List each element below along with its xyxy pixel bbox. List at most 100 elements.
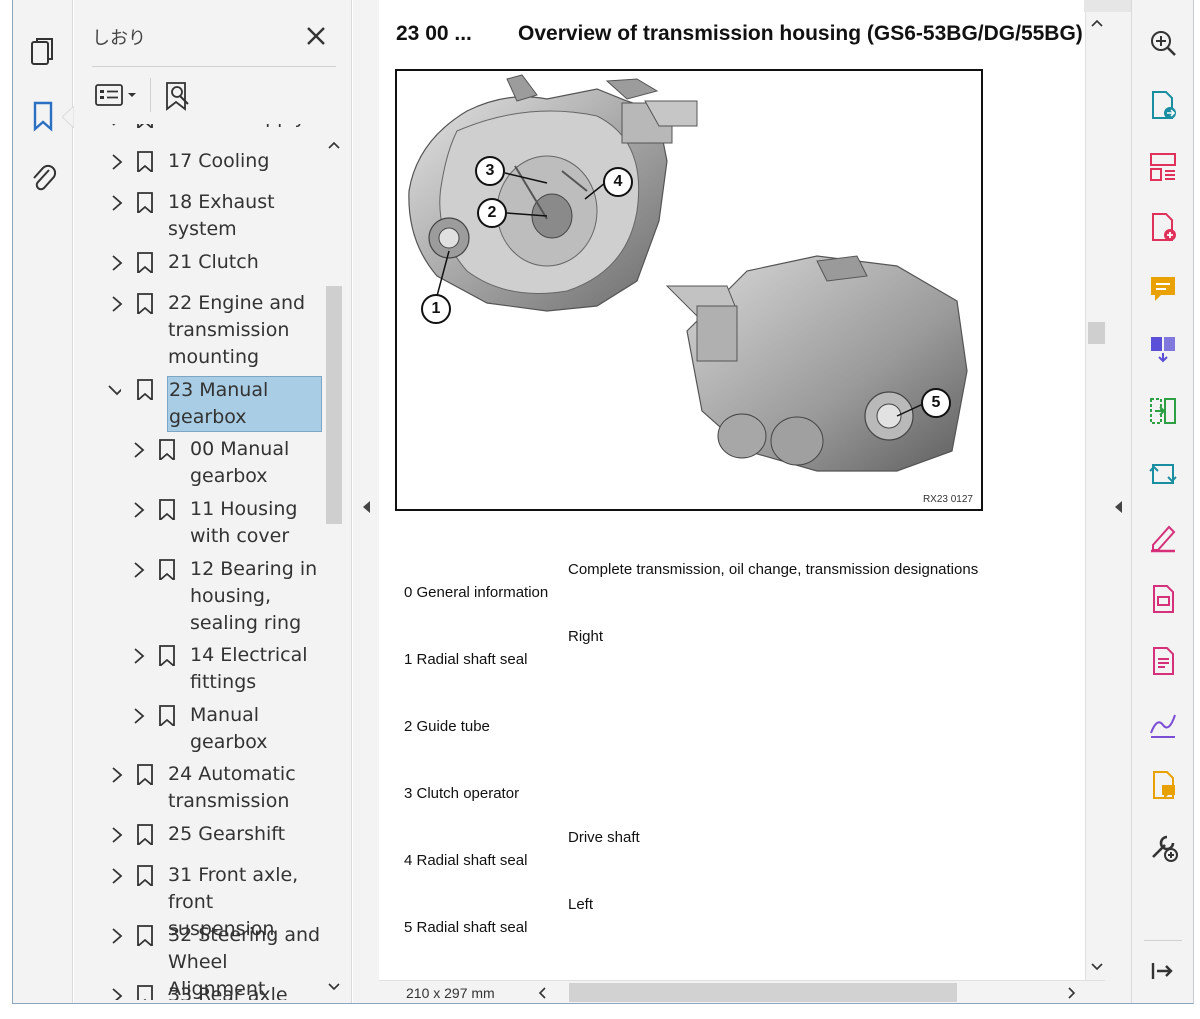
bookmark-label: 33 Rear axle <box>168 984 288 1000</box>
scroll-left-icon[interactable] <box>537 987 547 999</box>
chevron-right-icon[interactable] <box>132 500 146 520</box>
chevron-right-icon[interactable] <box>110 986 124 1000</box>
request-signature-icon[interactable] <box>1146 706 1180 740</box>
chevron-right-icon[interactable] <box>110 253 124 273</box>
bookmark-label: 24 Automatic transmission <box>168 763 296 812</box>
tool-separator <box>1144 940 1182 941</box>
transmission-figure: 1 2 3 4 5 RX23 0127 <box>395 69 983 511</box>
bookmark-icon <box>137 925 153 946</box>
bookmark-label: 16 Fuel supply <box>168 124 306 131</box>
row-3-label: 3 Clutch operator <box>404 785 520 802</box>
bookmark-icon <box>159 439 175 460</box>
scrollbar-thumb[interactable] <box>1088 322 1106 344</box>
chevron-right-icon[interactable] <box>110 152 124 172</box>
bookmark-label: Manual gearbox <box>190 704 268 753</box>
chevron-right-icon[interactable] <box>132 706 146 726</box>
protect-icon[interactable] <box>1146 644 1180 678</box>
document-scrollbar[interactable] <box>1085 12 1107 980</box>
bookmark-icon <box>137 293 153 314</box>
scan-icon[interactable] <box>1146 582 1180 616</box>
callout-1: 1 <box>421 294 451 324</box>
zoom-icon[interactable] <box>1146 26 1180 60</box>
more-tools-icon[interactable] <box>1146 830 1180 864</box>
page-title: Overview of transmission housing (GS6-53… <box>518 22 1083 45</box>
document-view[interactable]: 23 00 ... Overview of transmission housi… <box>379 0 1105 980</box>
create-pdf-icon[interactable] <box>1146 210 1180 244</box>
attachment-icon[interactable] <box>23 158 63 198</box>
section-number: 23 00 ... <box>396 22 472 45</box>
convert-icon[interactable] <box>1146 456 1180 490</box>
row-0-description: Complete transmission, oil change, trans… <box>568 561 979 578</box>
scroll-up-icon[interactable] <box>1091 18 1103 28</box>
organize-pages-icon[interactable] <box>1146 150 1180 184</box>
scrollbar-thumb[interactable] <box>326 286 342 524</box>
bookmark-label: 11 Housing with cover <box>190 498 298 547</box>
find-current-bookmark-button[interactable] <box>164 80 194 112</box>
row-1-description: Right <box>568 628 604 645</box>
pdf-viewer-window: しおり 16 Fuel supply 17 Cooling 18 Exhaust s… <box>0 0 1200 1019</box>
bookmark-label: 18 Exhaust system <box>168 191 275 240</box>
bookmark-icon <box>137 824 153 845</box>
chevron-down-icon[interactable] <box>107 380 121 400</box>
row-2-label: 2 Guide tube <box>404 718 490 735</box>
bookmark-scrollbar[interactable] <box>324 136 344 1002</box>
comment-icon[interactable] <box>1146 272 1180 306</box>
bookmark-icon <box>159 499 175 520</box>
collapse-panel-handle[interactable] <box>353 0 379 1003</box>
combine-files-icon[interactable] <box>1146 332 1180 366</box>
chevron-right-icon[interactable] <box>132 560 146 580</box>
left-tool-rail <box>13 0 73 1003</box>
chevron-right-icon[interactable] <box>132 440 146 460</box>
bookmark-icon <box>137 124 153 128</box>
bookmark-options-button[interactable] <box>94 80 140 110</box>
horizontal-scrollbar-thumb[interactable] <box>569 983 957 1002</box>
fill-sign-icon[interactable] <box>1146 520 1180 554</box>
panel-title: しおり <box>92 28 146 49</box>
bookmark-icon <box>137 764 153 785</box>
collapse-pane-icon[interactable] <box>1146 954 1180 988</box>
send-comments-icon[interactable] <box>1146 768 1180 802</box>
chevron-right-icon[interactable] <box>110 926 124 946</box>
page-size: 210 x 297 mm <box>406 985 495 1001</box>
bookmark-label: 23 Manual gearbox <box>167 376 322 432</box>
row-1-label: 1 Radial shaft seal <box>404 651 528 668</box>
chevron-right-icon[interactable] <box>110 866 124 886</box>
bookmark-icon[interactable] <box>23 96 63 136</box>
figure-caption: RX23 0127 <box>922 494 973 505</box>
callout-3: 3 <box>475 156 505 186</box>
toolbar-separator <box>150 78 151 112</box>
scroll-down-icon[interactable] <box>1091 962 1103 972</box>
active-tab-notch <box>62 106 74 128</box>
chevron-right-icon[interactable] <box>110 765 124 785</box>
bookmark-icon <box>137 379 153 400</box>
chevron-right-icon[interactable] <box>110 124 124 128</box>
bookmark-icon <box>137 985 153 1000</box>
row-5-description: Left <box>568 896 594 913</box>
chevron-right-icon[interactable] <box>110 294 124 314</box>
chevron-right-icon[interactable] <box>110 193 124 213</box>
scroll-down-icon[interactable] <box>328 982 340 992</box>
row-0-label: 0 General information <box>404 584 549 601</box>
bookmark-label: 12 Bearing in housing, sealing ring <box>190 558 318 634</box>
bookmark-label: 21 Clutch <box>168 251 259 273</box>
collapse-right-icon <box>1115 501 1122 513</box>
bookmark-icon <box>137 252 153 273</box>
bookmark-tree: 16 Fuel supply 17 Cooling 18 Exhaust syste… <box>74 124 324 1000</box>
status-bar: 210 x 297 mm <box>379 980 1105 1003</box>
pages-icon[interactable] <box>23 32 63 72</box>
chevron-down-icon <box>128 93 136 97</box>
compress-icon[interactable] <box>1146 394 1180 428</box>
scroll-up-icon[interactable] <box>328 140 340 150</box>
callout-4: 4 <box>603 167 633 197</box>
collapse-tools-handle[interactable] <box>1105 12 1131 1003</box>
chevron-right-icon[interactable] <box>110 825 124 845</box>
chevron-right-icon[interactable] <box>132 646 146 666</box>
right-tool-rail <box>1131 0 1193 1003</box>
top-strip <box>1084 0 1131 12</box>
panel-divider <box>92 66 336 67</box>
callout-5: 5 <box>921 388 951 418</box>
scroll-right-icon[interactable] <box>1067 987 1077 999</box>
options-list-icon <box>95 84 123 106</box>
export-pdf-icon[interactable] <box>1146 88 1180 122</box>
close-panel-button[interactable] <box>304 24 328 48</box>
